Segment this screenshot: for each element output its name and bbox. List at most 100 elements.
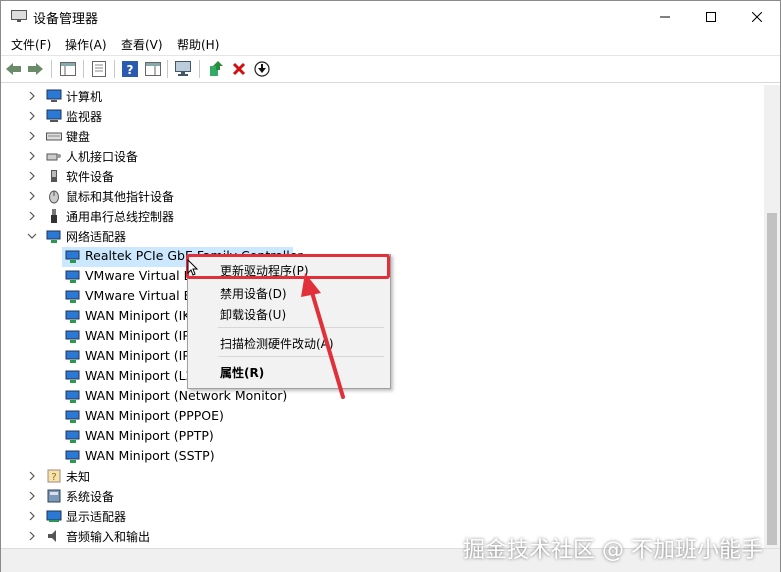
network-adapter-item[interactable]: WAN Miniport (PPTP) — [62, 426, 662, 446]
chevron-right-icon[interactable] — [26, 470, 38, 482]
title-bar: 设备管理器 — [1, 1, 780, 32]
network-adapter-icon — [65, 270, 80, 283]
console-tree-icon — [60, 62, 76, 76]
computer-icon — [46, 89, 62, 102]
chevron-right-icon[interactable] — [26, 190, 38, 202]
chevron-right-icon[interactable] — [26, 110, 38, 122]
chevron-right-icon[interactable] — [26, 170, 38, 182]
network-adapter-label: WAN Miniport (SSTP) — [85, 448, 215, 463]
network-adapter-icon — [65, 310, 80, 323]
tree-category-label: 未知 — [66, 470, 91, 484]
network-adapter-item[interactable]: WAN Miniport (PPPOE) — [62, 406, 662, 426]
tree-category-label: 音频输入和输出 — [66, 530, 151, 544]
network-adapter-label: WAN Miniport (Network Monitor) — [85, 388, 288, 403]
red-arrow-annotation — [301, 273, 345, 399]
enable-device-toolbar-button[interactable] — [253, 60, 271, 78]
uninstall-toolbar-button[interactable] — [230, 60, 248, 78]
toolbar-separator — [167, 60, 168, 78]
update-driver-toolbar-button[interactable] — [207, 60, 225, 78]
show-hide-console-tree-button[interactable] — [59, 60, 77, 78]
forward-arrow-icon — [28, 63, 43, 75]
network-adapter-icon — [65, 430, 80, 443]
tree-category-row[interactable]: 网络适配器 — [26, 226, 626, 246]
hid-icon — [46, 153, 61, 161]
scan-monitor-icon — [175, 61, 191, 76]
tree-category-row[interactable]: 人机接口设备 — [26, 146, 626, 166]
close-button[interactable] — [734, 1, 780, 32]
svg-text:?: ? — [127, 63, 134, 77]
chevron-right-icon[interactable] — [26, 530, 38, 542]
network-adapter-icon — [46, 230, 61, 243]
mouse-icon — [49, 190, 59, 204]
chevron-right-icon[interactable] — [26, 490, 38, 502]
network-adapter-label: WAN Miniport (IK — [85, 308, 191, 323]
minimize-button[interactable] — [642, 1, 688, 32]
monitor-icon — [46, 109, 62, 122]
menu-file[interactable]: 文件(F) — [11, 36, 51, 53]
keyboard-icon — [46, 132, 62, 141]
properties-toolbar-button[interactable] — [90, 60, 108, 78]
network-adapter-icon — [65, 390, 80, 403]
forward-button[interactable] — [27, 60, 45, 78]
action-pane-button[interactable] — [144, 60, 162, 78]
network-adapter-item[interactable]: WAN Miniport (Network Monitor) — [62, 386, 662, 406]
tree-category-label: 键盘 — [66, 130, 91, 144]
maximize-button[interactable] — [688, 1, 734, 32]
network-adapter-label: WAN Miniport (IP — [85, 328, 190, 343]
tree-category-row[interactable]: ? 未知 — [26, 466, 626, 486]
network-adapter-label: VMware Virtual E — [85, 268, 192, 283]
network-adapter-label: WAN Miniport (IP — [85, 348, 190, 363]
tree-category-row[interactable]: 系统设备 — [26, 486, 626, 506]
chevron-right-icon[interactable] — [26, 510, 38, 522]
context-menu-disable-device[interactable]: 禁用设备(D) — [220, 285, 287, 302]
menu-view[interactable]: 查看(V) — [121, 36, 163, 53]
back-button[interactable] — [5, 60, 23, 78]
properties-sheet-icon — [92, 61, 106, 77]
menu-bar: 文件(F) 操作(A) 查看(V) 帮助(H) — [1, 34, 780, 54]
maximize-icon — [706, 11, 716, 22]
tree-category-row[interactable]: 软件设备 — [26, 166, 626, 186]
chevron-right-icon[interactable] — [26, 130, 38, 142]
toolbar-separator — [114, 60, 115, 78]
usb-icon — [51, 209, 57, 223]
speaker-icon — [48, 530, 56, 542]
update-driver-icon — [210, 61, 223, 76]
help-toolbar-button[interactable]: ? — [121, 60, 139, 78]
scan-hardware-button[interactable] — [175, 60, 193, 78]
tree-category-row[interactable]: 键盘 — [26, 126, 626, 146]
tree-category-row[interactable]: 监视器 — [26, 106, 626, 126]
network-adapter-item[interactable]: WAN Miniport (SSTP) — [62, 446, 662, 466]
network-adapter-icon — [65, 330, 80, 343]
chevron-right-icon[interactable] — [26, 210, 38, 222]
network-adapter-icon — [65, 350, 80, 363]
network-adapter-icon — [65, 370, 80, 383]
tree-category-label: 系统设备 — [66, 490, 115, 504]
network-adapter-icon — [65, 250, 80, 263]
display-adapter-icon — [46, 510, 62, 522]
toolbar: ? — [1, 55, 780, 83]
window-title: 设备管理器 — [33, 12, 99, 27]
vertical-scrollbar[interactable] — [764, 85, 780, 548]
menu-action[interactable]: 操作(A) — [65, 36, 107, 53]
tree-category-row[interactable]: 通用串行总线控制器 — [26, 206, 626, 226]
tree-category-row[interactable]: 鼠标和其他指针设备 — [26, 186, 626, 206]
scrollbar-thumb[interactable] — [767, 213, 777, 545]
tree-category-row[interactable]: 计算机 — [26, 86, 626, 106]
chevron-right-icon[interactable] — [26, 90, 38, 102]
context-menu-properties[interactable]: 属性(R) — [220, 364, 264, 381]
chevron-down-icon[interactable] — [26, 230, 38, 242]
network-adapter-label: WAN Miniport (PPTP) — [85, 428, 214, 443]
download-circle-icon — [254, 61, 270, 77]
tree-category-row[interactable]: 显示适配器 — [26, 506, 626, 526]
tree-category-label: 人机接口设备 — [66, 150, 139, 164]
unknown-device-icon: ? — [47, 469, 61, 483]
context-menu-uninstall-device[interactable]: 卸载设备(U) — [220, 306, 286, 323]
network-adapter-icon — [65, 450, 80, 463]
tree-category-label: 通用串行总线控制器 — [66, 210, 175, 224]
network-adapter-label: VMware Virtual E — [85, 288, 192, 303]
menu-help[interactable]: 帮助(H) — [177, 36, 219, 53]
svg-text:?: ? — [51, 472, 56, 483]
chevron-right-icon[interactable] — [26, 150, 38, 162]
watermark-text: 掘金技术社区 @ 不加班小能手 — [463, 538, 763, 563]
tree-category-label: 软件设备 — [66, 170, 115, 184]
